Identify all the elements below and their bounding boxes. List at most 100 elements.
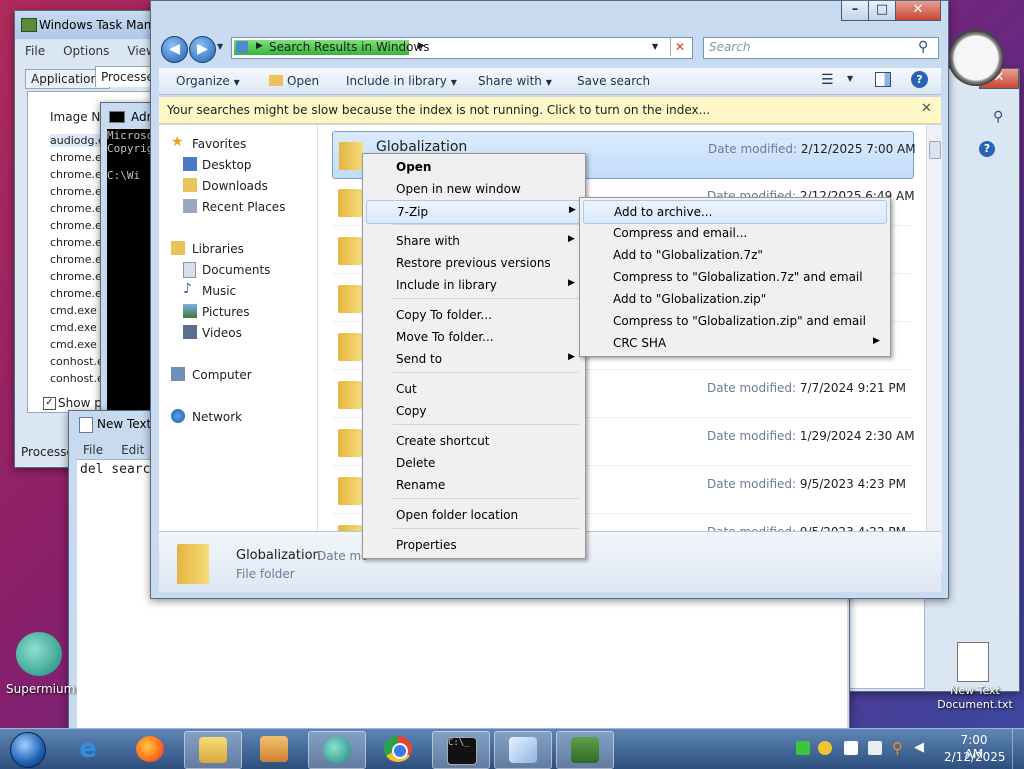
chevron-down-icon[interactable]: ▼ (847, 74, 853, 83)
context-menu-item[interactable]: Include in library ▶ (366, 274, 580, 296)
recent-pages-arrow[interactable]: ▼ (217, 42, 223, 51)
vertical-scrollbar[interactable]: ▼ (926, 125, 942, 571)
menu-item-label: Open in new window (396, 182, 521, 196)
nav-downloads[interactable]: Downloads (159, 176, 317, 196)
7zip-menu-item[interactable]: Compress to "Globalization.zip" and emai… (583, 310, 885, 332)
context-menu-item[interactable]: Open in new window (366, 178, 580, 200)
save-search-button[interactable]: Save search (577, 74, 650, 88)
search-icon[interactable]: ⚲ (918, 39, 928, 55)
preview-pane-icon[interactable] (875, 72, 891, 87)
nav-desktop[interactable]: Desktop (159, 155, 317, 175)
context-menu-item[interactable]: 7-Zip ▶ (366, 200, 582, 224)
7zip-submenu: Add to archive... Compress and email... Ad… (579, 197, 891, 357)
scroll-thumb[interactable] (929, 141, 941, 159)
context-menu-item[interactable]: Cut (366, 378, 580, 400)
menu-separator (393, 528, 579, 529)
open-button[interactable]: Open (269, 74, 319, 88)
view-options-icon[interactable]: ☰ (821, 72, 834, 88)
nav-music[interactable]: ♪ Music (159, 281, 317, 301)
taskbar-chrome[interactable] (370, 731, 426, 767)
nav-label: Favorites (192, 137, 247, 151)
context-menu-item[interactable]: Copy (366, 400, 580, 422)
folder-icon (269, 75, 283, 86)
7zip-menu-item[interactable]: Add to "Globalization.7z" (583, 244, 885, 266)
taskbar-cmd[interactable]: C:\_ (432, 731, 490, 769)
7zip-menu-item[interactable]: Add to archive... (583, 200, 887, 224)
taskbar-explorer[interactable] (184, 731, 242, 769)
nav-recent-places[interactable]: Recent Places (159, 197, 317, 217)
7zip-menu-item[interactable]: Compress to "Globalization.7z" and email (583, 266, 885, 288)
context-menu-item[interactable]: Move To folder... (366, 326, 580, 348)
nav-label: Pictures (202, 305, 250, 319)
firefox-icon (136, 736, 164, 762)
nav-videos[interactable]: Videos (159, 323, 317, 343)
taskbar-firefox[interactable] (122, 731, 178, 767)
context-menu-item[interactable]: Open folder location (366, 504, 580, 526)
nav-pictures[interactable]: Pictures (159, 302, 317, 322)
chevron-down-icon: ▼ (233, 78, 240, 87)
address-bar[interactable]: ▶ Search Results in Windows ▶ ▼ ✕ (231, 37, 693, 59)
7zip-menu-item[interactable]: CRC SHA ▶ (583, 332, 885, 354)
close-icon[interactable]: ✕ (921, 101, 932, 116)
context-menu-item[interactable]: Copy To folder... (366, 304, 580, 326)
context-menu-item[interactable]: Open (366, 156, 580, 178)
folder-icon (339, 142, 363, 170)
desktop-icon-new-text-doc[interactable]: New Text Document.txt (935, 640, 1015, 720)
speech-icon[interactable] (818, 741, 832, 755)
back-button[interactable]: ◀ (161, 36, 188, 63)
search-icon[interactable]: ⚲ (892, 741, 906, 756)
menu-file[interactable]: File (83, 443, 103, 457)
context-menu-item[interactable]: Create shortcut (366, 430, 580, 452)
start-button[interactable] (4, 729, 48, 769)
display-icon[interactable] (844, 741, 858, 755)
file-date: Date modified: 1/29/2024 2:30 AM (707, 429, 915, 443)
nav-computer[interactable]: Computer (159, 365, 317, 385)
context-menu-item[interactable]: Send to ▶ (366, 348, 580, 370)
taskbar-ie[interactable]: e (60, 731, 116, 767)
maximize-button[interactable]: □ (868, 1, 896, 21)
7zip-menu-item[interactable]: Compress and email... (583, 222, 885, 244)
context-menu-item[interactable]: Share with ▶ (366, 230, 580, 252)
organize-button[interactable]: Organize ▼ (176, 74, 240, 88)
nav-libraries[interactable]: Libraries (159, 239, 317, 259)
address-dropdown-icon[interactable]: ▼ (652, 42, 658, 51)
nav-label: Documents (202, 263, 271, 277)
share-label: Share with (478, 74, 542, 88)
context-menu-item[interactable]: Restore previous versions (366, 252, 580, 274)
taskbar-notepad[interactable] (494, 731, 552, 769)
7zip-menu-item[interactable]: Add to "Globalization.zip" (583, 288, 885, 310)
nav-documents[interactable]: Documents (159, 260, 317, 280)
show-desktop-button[interactable] (1012, 729, 1024, 769)
folder-icon (338, 477, 362, 505)
include-in-library-button[interactable]: Include in library ▼ (346, 74, 457, 88)
address-chevron-icon: ▶ (418, 41, 425, 51)
nav-network[interactable]: Network (159, 407, 317, 427)
share-with-button[interactable]: Share with ▼ (478, 74, 552, 88)
context-menu-item[interactable]: Rename (366, 474, 580, 496)
forward-button[interactable]: ▶ (189, 36, 216, 63)
index-info-bar[interactable]: Your searches might be slow because the … (159, 97, 941, 124)
battery-icon[interactable] (796, 741, 810, 755)
network-icon (171, 409, 185, 423)
volume-icon[interactable]: ◀ (914, 741, 928, 755)
search-input[interactable]: Search ⚲ (703, 37, 939, 59)
context-menu-item[interactable]: Properties (366, 534, 580, 556)
menu-item-label: Open (396, 160, 432, 174)
clock-date[interactable]: 2/12/2025 (944, 750, 1006, 764)
maximize-icon: □ (875, 2, 889, 17)
nav-favorites[interactable]: ★ Favorites (159, 134, 317, 154)
taskbar-task-manager[interactable] (556, 731, 614, 769)
show-processes-checkbox[interactable]: ✓ (43, 397, 56, 410)
taskbar-media-player[interactable] (246, 731, 302, 767)
close-button[interactable]: ✕ (895, 1, 941, 21)
desktop-icon-supermium[interactable]: Supermium (6, 630, 75, 702)
network-tray-icon[interactable] (868, 741, 882, 755)
menu-edit[interactable]: Edit (121, 443, 144, 457)
context-menu-item[interactable]: Delete (366, 452, 580, 474)
minimize-button[interactable]: – (841, 1, 869, 21)
taskbar-supermium[interactable] (308, 731, 366, 769)
help-icon[interactable]: ? (911, 71, 928, 88)
menu-file[interactable]: File (25, 44, 45, 58)
menu-options[interactable]: Options (63, 44, 109, 58)
stop-icon[interactable]: ✕ (670, 38, 689, 56)
